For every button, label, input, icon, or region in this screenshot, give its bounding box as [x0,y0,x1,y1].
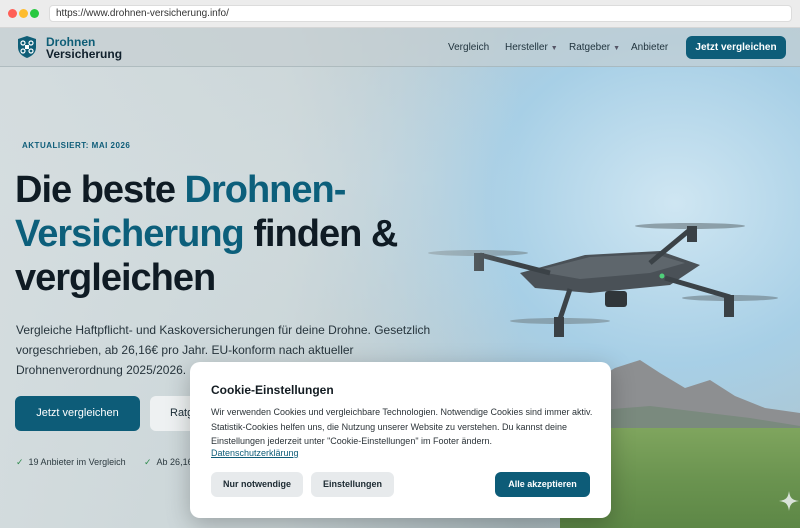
nav-ratgeber[interactable]: Ratgeber ▼ [569,42,620,53]
browser-toolbar: https://www.drohnen-versicherung.info/ [0,0,800,28]
accept-all-button[interactable]: Alle akzeptieren [495,472,590,497]
cookie-text: Wir verwenden Cookies und vergleichbare … [211,407,593,446]
hero-compare-button[interactable]: Jetzt vergleichen [15,396,140,431]
nav-hersteller[interactable]: Hersteller ▼ [505,42,558,53]
nav-hersteller-label: Hersteller [505,42,548,53]
headline-part-2: finden & [243,213,398,255]
cookie-title: Cookie-Einstellungen [211,383,334,397]
check-icon: ✓ [16,457,24,467]
address-bar[interactable]: https://www.drohnen-versicherung.info/ [49,5,792,22]
close-window-button[interactable] [8,9,17,18]
page: Drohnen Versicherung Vergleich Herstelle… [0,28,800,528]
headline-part-1: Die beste [15,169,185,211]
trust-item-label: 19 Anbieter im Vergleich [28,457,126,467]
trust-item-providers: ✓ 19 Anbieter im Vergleich [16,457,126,468]
minimize-window-button[interactable] [19,9,28,18]
trust-item-price: ✓ Ab 26,16 [144,457,193,468]
hero-headline: Die beste Drohnen- Versicherung finden &… [15,168,435,300]
trust-item-label: Ab 26,16 [156,457,193,467]
header-cta-button[interactable]: Jetzt vergleichen [686,36,786,59]
site-header: Drohnen Versicherung Vergleich Herstelle… [0,28,800,67]
nav-anbieter-label: Anbieter [631,42,669,53]
nav-anbieter[interactable]: Anbieter [631,42,668,53]
headline-accent-1: Drohnen- [184,169,347,211]
site-logo[interactable]: Drohnen Versicherung [46,36,122,60]
nav-vergleich-label: Vergleich [448,42,490,53]
headline-part-3: vergleichen [15,257,216,299]
cookie-banner: Cookie-Einstellungen Wir verwenden Cooki… [190,362,611,518]
cookie-settings-button[interactable]: Einstellungen [311,472,394,497]
privacy-policy-link[interactable]: Datenschutzerklärung [211,448,299,458]
nav-vergleich[interactable]: Vergleich [448,42,489,53]
headline-accent-2: Versicherung [15,213,245,255]
check-icon: ✓ [144,457,152,467]
chevron-down-icon: ▼ [550,45,558,52]
drone-shield-icon[interactable] [16,35,38,59]
update-badge: AKTUALISIERT: MAI 2026 [22,141,131,150]
nav-ratgeber-label: Ratgeber [569,42,611,53]
necessary-only-button[interactable]: Nur notwendige [211,472,303,497]
logo-line-2: Versicherung [46,47,123,61]
chevron-down-icon: ▼ [613,45,621,52]
sparkle-icon [779,491,799,511]
maximize-window-button[interactable] [30,9,39,18]
